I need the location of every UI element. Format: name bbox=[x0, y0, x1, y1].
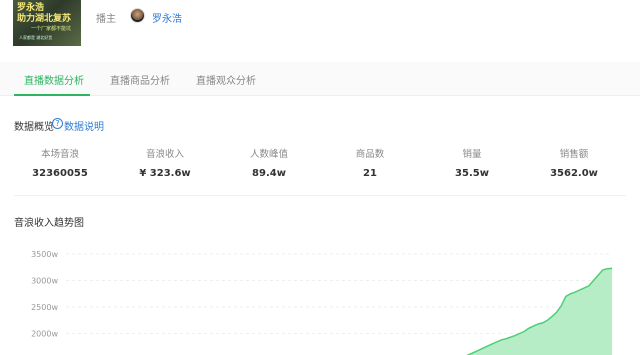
live-thumbnail[interactable]: 罗永浩 助力湖北复苏 一个厂家都不能坑 人家都是 湖北好货 bbox=[13, 0, 81, 46]
stat-label: 音浪收入 bbox=[145, 149, 184, 160]
thumbnail-text-line4: 人家都是 湖北好货 bbox=[19, 35, 53, 40]
stat-label: 销量 bbox=[462, 149, 482, 160]
tab-live-audience-analysis[interactable]: 直播观众分析 bbox=[196, 72, 256, 87]
stat-sales-amount: 销售额 3562.0w bbox=[524, 146, 624, 179]
stat-label: 商品数 bbox=[355, 149, 385, 160]
tab-live-data-analysis[interactable]: 直播数据分析 bbox=[24, 72, 84, 87]
anchor-name-link[interactable]: 罗永浩 bbox=[152, 10, 182, 25]
stat-peak-viewers: 人数峰值 89.4w bbox=[219, 146, 319, 179]
y-tick-label: 2500w bbox=[31, 303, 58, 312]
stat-value: 3562.0w bbox=[550, 168, 598, 179]
trend-chart-title: 音浪收入趋势图 bbox=[14, 218, 84, 229]
active-tab-indicator bbox=[14, 94, 90, 96]
stat-total-sound-waves: 本场音浪 32360055 bbox=[10, 146, 110, 179]
question-circle-icon[interactable]: ? bbox=[52, 118, 63, 129]
data-description-link[interactable]: 数据说明 bbox=[64, 118, 104, 133]
tab-bar: 直播数据分析 直播商品分析 直播观众分析 bbox=[0, 62, 640, 96]
stat-value: 21 bbox=[363, 168, 377, 179]
y-tick-label: 2000w bbox=[31, 330, 58, 339]
stat-label: 销售额 bbox=[559, 149, 589, 160]
stat-value: ¥ 323.6w bbox=[139, 168, 191, 179]
live-header: 罗永浩 助力湖北复苏 一个厂家都不能坑 人家都是 湖北好货 播主 罗永浩 bbox=[0, 0, 640, 56]
stat-value: 32360055 bbox=[32, 168, 88, 179]
area-series-fill bbox=[455, 268, 612, 355]
stat-sales-volume: 销量 35.5w bbox=[422, 146, 522, 179]
overview-title: 数据概览 bbox=[14, 122, 54, 133]
stat-label: 本场音浪 bbox=[40, 149, 79, 160]
stat-value: 35.5w bbox=[455, 168, 489, 179]
thumbnail-text-line2: 助力湖北复苏 bbox=[17, 14, 72, 24]
stat-value: 89.4w bbox=[252, 168, 286, 179]
y-tick-label: 3000w bbox=[31, 277, 58, 286]
avatar[interactable] bbox=[130, 8, 145, 23]
anchor-label: 播主 bbox=[96, 14, 116, 25]
stat-label: 人数峰值 bbox=[249, 149, 288, 160]
income-trend-chart: 3500w 3000w 2500w 2000w bbox=[31, 250, 613, 355]
y-tick-label: 3500w bbox=[31, 250, 58, 259]
thumbnail-text-line1: 罗永浩 bbox=[17, 3, 45, 13]
stat-sound-wave-income: 音浪收入 ¥ 323.6w bbox=[115, 146, 215, 179]
stat-product-count: 商品数 21 bbox=[320, 146, 420, 179]
tab-live-product-analysis[interactable]: 直播商品分析 bbox=[110, 72, 170, 87]
thumbnail-text-line3: 一个厂家都不能坑 bbox=[31, 26, 72, 32]
section-divider bbox=[14, 195, 626, 196]
